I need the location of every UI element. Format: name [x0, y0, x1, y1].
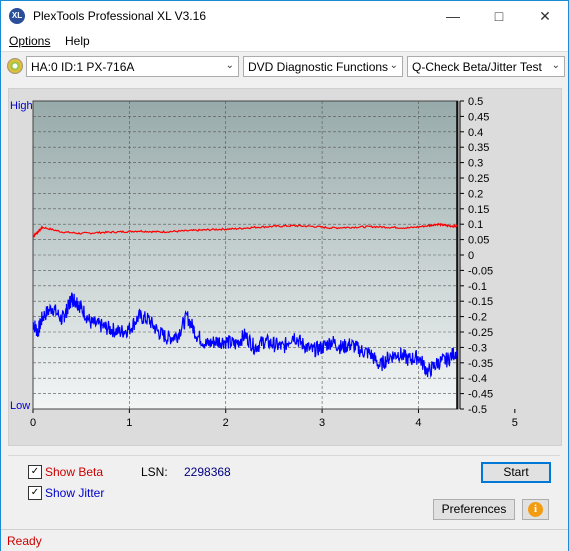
app-window: XL PlexTools Professional XL V3.16 — □ ✕…: [0, 0, 569, 551]
y-tick-label: -0.2: [468, 312, 487, 324]
y-tick-label: 0.5: [468, 96, 483, 108]
y-tick-label: 0.35: [468, 142, 489, 154]
x-tick-label: 0: [30, 417, 36, 429]
menu-help[interactable]: Help: [65, 34, 90, 48]
chevron-down-icon: ⌄: [225, 60, 234, 71]
control-panel: ✓ Show Beta ✓ Show Jitter LSN: 2298368 S…: [8, 455, 560, 528]
chart-area: 0.5 0.45 0.4 0.35 0.3 0.25 0.2 0.15 0.1 0.05 0 -0.0…: [8, 88, 562, 446]
title-bar[interactable]: XL PlexTools Professional XL V3.16 — □ ✕: [1, 1, 568, 31]
y-tick-label: 0.25: [468, 173, 489, 185]
status-bar: Ready: [1, 529, 568, 551]
drive-select-value: HA:0 ID:1 PX-716A: [31, 60, 135, 74]
menu-bar: Options Help: [1, 31, 568, 51]
beta-jitter-chart: 0.5 0.45 0.4 0.35 0.3 0.25 0.2 0.15 0.1 0.05 0 -0.0…: [10, 96, 518, 429]
menu-options[interactable]: Options: [9, 34, 50, 48]
show-beta-checkbox[interactable]: ✓: [28, 465, 42, 479]
y-tick-label: 0.15: [468, 204, 489, 216]
window-title: PlexTools Professional XL V3.16: [33, 9, 206, 23]
lsn-value: 2298368: [184, 465, 231, 479]
y-tick-label: 0.4: [468, 127, 483, 139]
y-tick-label: -0.15: [468, 296, 493, 308]
function-select[interactable]: DVD Diagnostic Functions ⌄: [243, 56, 403, 77]
toolbar: HA:0 ID:1 PX-716A ⌄ DVD Diagnostic Funct…: [1, 51, 568, 82]
y-tick-label: -0.05: [468, 265, 493, 277]
chevron-down-icon: ⌄: [551, 60, 560, 71]
start-button[interactable]: Start: [481, 462, 551, 483]
y-tick-label: -0.1: [468, 281, 487, 293]
y-tick-label: -0.25: [468, 327, 493, 339]
show-jitter-label[interactable]: Show Jitter: [45, 486, 104, 500]
function-select-value: DVD Diagnostic Functions: [248, 60, 389, 74]
y-tick-label: -0.5: [468, 404, 487, 416]
menu-help-label: Help: [65, 34, 90, 48]
y-tick-label: 0.2: [468, 188, 483, 200]
x-tick-label: 1: [126, 417, 132, 429]
y-tick-label: 0: [468, 250, 474, 262]
x-tick-label: 4: [415, 417, 421, 429]
test-select-value: Q-Check Beta/Jitter Test: [412, 60, 542, 74]
minimize-button[interactable]: —: [430, 1, 476, 31]
y-tick-label: 0.45: [468, 111, 489, 123]
drive-select[interactable]: HA:0 ID:1 PX-716A ⌄: [26, 56, 239, 77]
menu-options-label: Options: [9, 34, 51, 48]
show-beta-label[interactable]: Show Beta: [45, 465, 103, 479]
show-jitter-checkbox[interactable]: ✓: [28, 486, 42, 500]
close-button[interactable]: ✕: [522, 1, 568, 31]
axis-high-label: High: [10, 100, 33, 112]
y-tick-label: -0.4: [468, 373, 487, 385]
test-select[interactable]: Q-Check Beta/Jitter Test ⌄: [407, 56, 565, 77]
y-tick-label: 0.1: [468, 219, 483, 231]
disc-drive-icon: [7, 58, 23, 74]
x-tick-label: 2: [223, 417, 229, 429]
app-logo-icon: XL: [9, 8, 25, 24]
chevron-down-icon: ⌄: [389, 60, 398, 71]
y-tick-label: -0.35: [468, 358, 493, 370]
x-tick-label: 3: [319, 417, 325, 429]
preferences-button[interactable]: Preferences: [433, 499, 515, 520]
info-button[interactable]: i: [522, 499, 549, 520]
y-tick-label: 0.05: [468, 235, 489, 247]
y-tick-label: -0.45: [468, 389, 493, 401]
lsn-label: LSN:: [141, 465, 168, 479]
axis-low-label: Low: [10, 400, 30, 412]
x-tick-label: 5: [512, 417, 518, 429]
y-tick-label: 0.3: [468, 158, 483, 170]
info-icon: i: [528, 502, 543, 517]
y-tick-label: -0.3: [468, 342, 487, 354]
maximize-button[interactable]: □: [476, 1, 522, 31]
status-text: Ready: [7, 534, 42, 548]
